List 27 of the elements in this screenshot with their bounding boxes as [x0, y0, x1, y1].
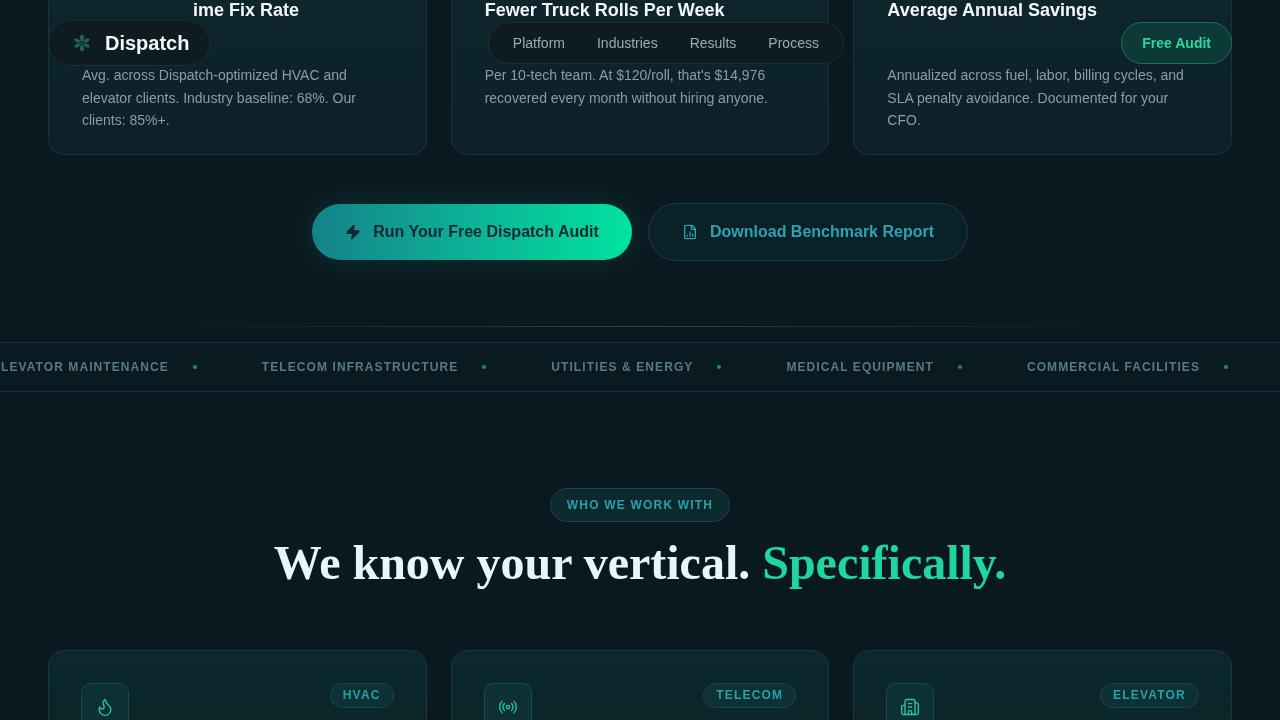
brand-link[interactable]: Dispatch — [48, 20, 211, 66]
nav-link[interactable]: Platform — [512, 32, 565, 54]
card-title: Fewer Truck Rolls Per Week — [484, 1, 726, 19]
card-title: ime Fix Rate — [193, 1, 301, 19]
card-title: Average Annual Savings — [887, 1, 1099, 19]
download-report-button[interactable]: Download Benchmark Report — [648, 202, 968, 261]
ticker-label: LEVATOR MAINTENANCE — [1, 358, 169, 376]
logo-icon — [73, 34, 91, 52]
vertical-tag: HVAC — [329, 682, 394, 708]
chart-file-icon — [682, 223, 698, 240]
nav-link[interactable]: Process — [768, 32, 819, 54]
ticker-label: COMMERCIAL FACILITIES — [1026, 358, 1201, 376]
card-description: Annualized across fuel, labor, billing cycles, and SLA penalty avoidance. Documented for your CFO. — [887, 66, 1185, 130]
audit-button[interactable]: Run Your Free Dispatch Audit — [312, 203, 632, 260]
ticker-label: UTILITIES & ENERGY — [551, 358, 694, 376]
vertical-tag: TELECOM — [703, 682, 797, 708]
nav-link[interactable]: Industries — [596, 32, 658, 54]
card-description: Per 10-tech team. At $120/roll, that's $14,976 recovered every month without hiring anyone. — [484, 66, 769, 108]
lightning-icon — [345, 223, 362, 240]
section-eyebrow: WHO WE WORK WITH — [549, 487, 731, 522]
card-description: Avg. across Dispatch-optimized HVAC and elevator clients. Industry baseline: 68%. Our clients: 85%+. — [82, 66, 357, 130]
section-heading: We know your vertical. Specifically. — [273, 534, 1007, 590]
ticker-label: TELECOM INFRASTRUCTURE — [261, 358, 459, 376]
nav-link[interactable]: Results — [689, 32, 737, 54]
vertical-tag: ELEVATOR — [1100, 682, 1199, 708]
ticker-label: MEDICAL EQUIPMENT — [786, 358, 934, 376]
free-audit-button[interactable]: Free Audit — [1121, 22, 1232, 64]
